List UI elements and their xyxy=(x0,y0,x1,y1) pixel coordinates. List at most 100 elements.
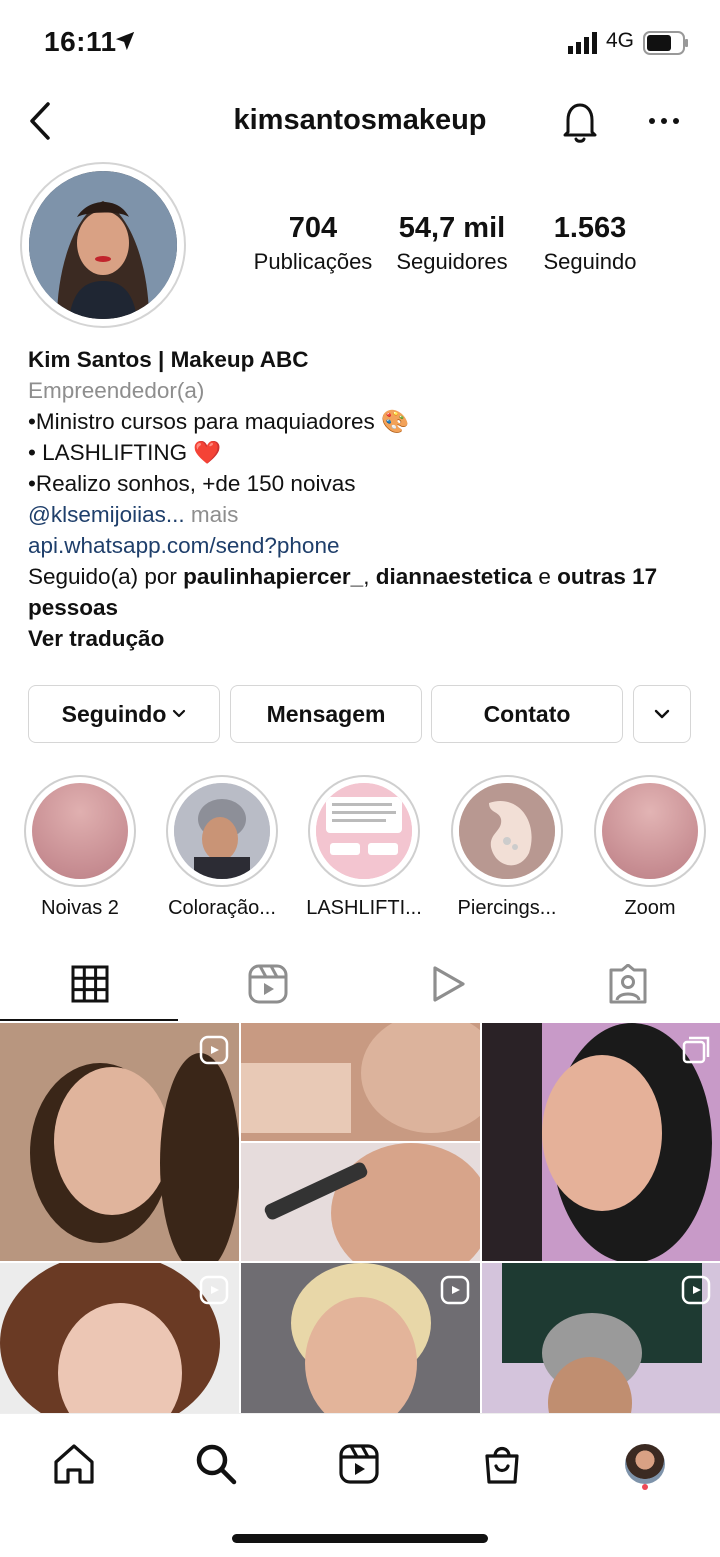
stat-value: 704 xyxy=(288,212,338,244)
content-tabs xyxy=(0,946,720,1022)
shopping-bag-icon xyxy=(485,1446,519,1484)
tab-tagged[interactable] xyxy=(538,946,718,1022)
message-button-label: Mensagem xyxy=(266,700,386,727)
tab-videos[interactable] xyxy=(358,946,538,1022)
grid-post[interactable] xyxy=(482,1263,720,1413)
bio-mention-link[interactable]: @klsemijoiias... xyxy=(28,502,185,527)
stat-label: Publicações xyxy=(253,249,373,274)
profile-header: kimsantosmakeup xyxy=(0,88,720,158)
chevron-down-icon xyxy=(173,709,186,718)
grid-post[interactable] xyxy=(482,1023,720,1261)
followed-by-and: e xyxy=(538,564,551,589)
reels-icon xyxy=(248,964,288,1004)
bio-line: •Realizo sonhos, +de 150 noivas xyxy=(28,471,356,496)
stat-value: 1.563 xyxy=(553,212,627,244)
followed-by-user: paulinhapiercer_ xyxy=(183,564,364,589)
grid-post[interactable] xyxy=(0,1023,239,1261)
highlight-cover xyxy=(174,783,270,879)
reels-icon xyxy=(199,1275,229,1305)
followed-by-user: diannaestetica xyxy=(375,564,533,589)
highlight-ring xyxy=(451,775,563,887)
highlight-ring xyxy=(166,775,278,887)
profile-category: Empreendedor(a) xyxy=(28,378,205,403)
grid-icon xyxy=(71,965,109,1003)
reels-icon xyxy=(199,1035,229,1065)
highlight-item[interactable]: Piercings... xyxy=(451,775,563,920)
following-button-label: Seguindo xyxy=(61,700,167,727)
stat-followers[interactable]: 54,7 mil Seguidores xyxy=(386,212,518,275)
suggested-accounts-button[interactable] xyxy=(633,685,691,743)
grid-post[interactable] xyxy=(241,1263,480,1413)
followed-by-sep: , xyxy=(363,564,370,589)
reels-icon xyxy=(339,1444,379,1484)
bell-icon[interactable] xyxy=(560,100,600,144)
status-bar: 16:11 4G xyxy=(0,0,720,88)
bio-line: •Ministro cursos para maquiadores 🎨 xyxy=(28,409,410,434)
stat-label: Seguindo xyxy=(543,249,637,274)
highlight-cover xyxy=(602,783,698,879)
profile-avatar xyxy=(29,171,177,319)
highlight-label: Zoom xyxy=(624,897,676,919)
highlight-label: Coloração... xyxy=(168,897,276,919)
bio-line: • LASHLIFTING ❤️ xyxy=(28,440,222,465)
grid-post[interactable] xyxy=(241,1023,480,1261)
stat-value: 54,7 mil xyxy=(398,212,506,244)
following-button[interactable]: Seguindo xyxy=(28,685,220,743)
stat-label: Seguidores xyxy=(396,249,508,274)
search-icon xyxy=(196,1444,237,1485)
chevron-down-icon xyxy=(654,709,670,719)
grid-post[interactable] xyxy=(0,1263,239,1413)
highlight-item[interactable]: Noivas 2 xyxy=(24,775,136,920)
notification-dot xyxy=(642,1484,648,1490)
highlight-cover xyxy=(316,783,412,879)
highlight-ring xyxy=(594,775,706,887)
home-icon xyxy=(54,1444,94,1484)
more-options-icon[interactable] xyxy=(644,106,684,136)
reels-icon xyxy=(440,1275,470,1305)
home-indicator xyxy=(232,1534,488,1543)
nav-search[interactable] xyxy=(186,1434,246,1494)
nav-home[interactable] xyxy=(44,1434,104,1494)
status-time: 16:11 xyxy=(44,26,117,57)
profile-bio: Kim Santos | Makeup ABC Empreendedor(a) … xyxy=(28,344,708,654)
stat-following[interactable]: 1.563 Seguindo xyxy=(530,212,650,275)
tab-posts-grid[interactable] xyxy=(0,946,180,1022)
highlight-item[interactable]: Zoom xyxy=(594,775,706,920)
tagged-person-icon xyxy=(609,964,647,1004)
network-type: 4G xyxy=(606,29,635,52)
bio-more-link[interactable]: mais xyxy=(191,502,239,527)
video-play-icon xyxy=(433,966,465,1002)
highlight-item[interactable]: Coloração... xyxy=(166,775,278,920)
highlight-cover xyxy=(459,783,555,879)
profile-avatar-small xyxy=(625,1444,665,1484)
highlight-ring xyxy=(308,775,420,887)
contact-button[interactable]: Contato xyxy=(431,685,623,743)
location-arrow-icon xyxy=(115,31,135,51)
tab-reels[interactable] xyxy=(178,946,358,1022)
signal-icon xyxy=(568,32,597,54)
nav-shop[interactable] xyxy=(472,1434,532,1494)
highlight-label: LASHLIFTI... xyxy=(306,897,422,919)
carousel-icon xyxy=(682,1036,710,1064)
profile-avatar-ring[interactable] xyxy=(20,162,186,328)
highlight-ring xyxy=(24,775,136,887)
nav-reels[interactable] xyxy=(329,1434,389,1494)
stat-posts[interactable]: 704 Publicações xyxy=(246,212,380,275)
see-translation-link[interactable]: Ver tradução xyxy=(28,623,708,654)
followed-by-prefix: Seguido(a) por xyxy=(28,564,177,589)
message-button[interactable]: Mensagem xyxy=(230,685,422,743)
followed-by[interactable]: Seguido(a) por paulinhapiercer_, diannae… xyxy=(28,561,708,623)
contact-button-label: Contato xyxy=(483,700,571,727)
reels-icon xyxy=(681,1275,711,1305)
highlight-label: Noivas 2 xyxy=(41,897,119,919)
battery-icon xyxy=(643,31,688,55)
profile-stats: 704 Publicações 54,7 mil Seguidores 1.56… xyxy=(246,212,650,282)
profile-display-name: Kim Santos | Makeup ABC xyxy=(28,347,309,372)
active-tab-indicator xyxy=(0,1019,178,1021)
highlight-item[interactable]: LASHLIFTI... xyxy=(306,775,422,920)
posts-grid xyxy=(0,1023,720,1413)
bio-website-link[interactable]: api.whatsapp.com/send?phone xyxy=(28,530,708,561)
profile-username: kimsantosmakeup xyxy=(233,104,487,136)
bio-mention-line: @klsemijoiias... mais xyxy=(28,499,708,530)
highlight-cover xyxy=(32,783,128,879)
